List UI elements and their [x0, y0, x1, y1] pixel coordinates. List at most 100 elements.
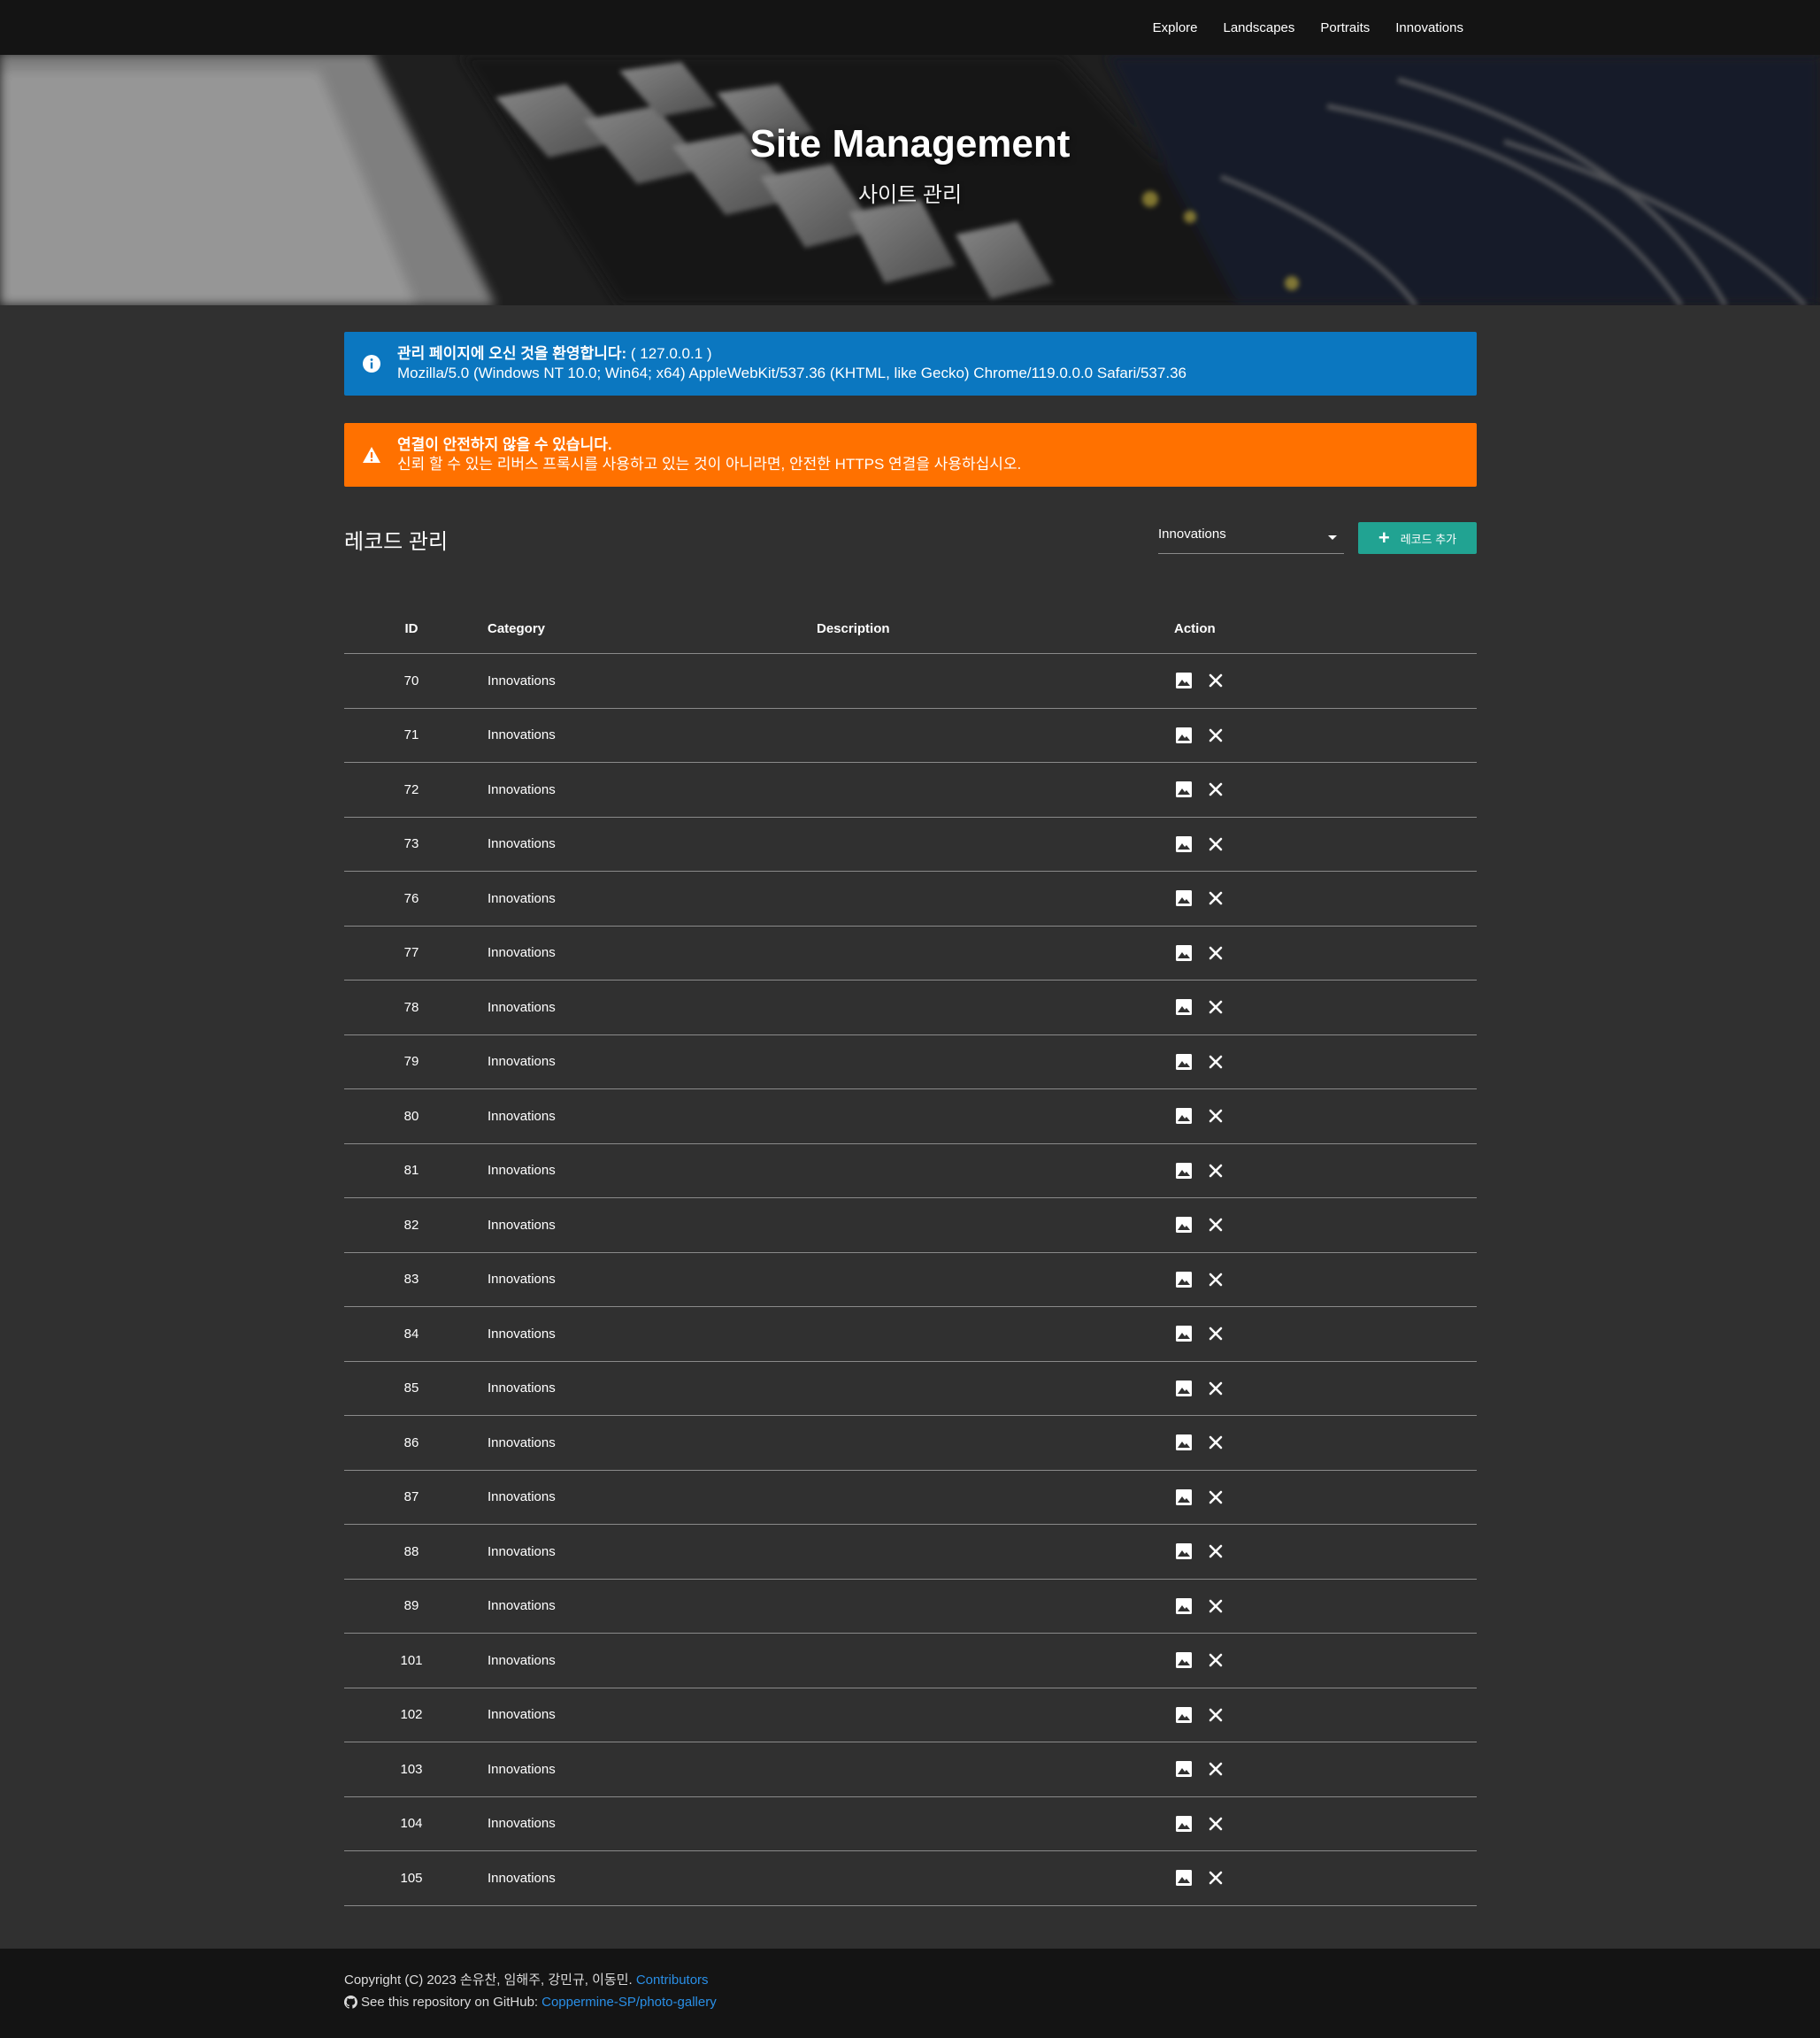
image-icon[interactable] [1174, 943, 1194, 963]
image-icon[interactable] [1174, 834, 1194, 854]
table-header-row: ID Category Description Action [344, 604, 1477, 654]
close-icon[interactable] [1206, 1052, 1225, 1072]
record-description [817, 708, 1174, 763]
image-icon[interactable] [1174, 1488, 1194, 1507]
repository-link[interactable]: Coppermine-SP/photo-gallery [541, 1995, 717, 2010]
record-id: 84 [344, 1306, 479, 1362]
record-description [817, 817, 1174, 872]
close-icon[interactable] [1206, 888, 1225, 908]
record-description [817, 1088, 1174, 1144]
record-description [817, 1306, 1174, 1362]
action-buttons [1174, 1215, 1477, 1234]
table-row: 105 Innovations [344, 1850, 1477, 1906]
image-icon[interactable] [1174, 888, 1194, 908]
record-id: 76 [344, 871, 479, 927]
action-buttons [1174, 780, 1477, 799]
image-icon[interactable] [1174, 1052, 1194, 1072]
close-icon[interactable] [1206, 780, 1225, 799]
image-icon[interactable] [1174, 1705, 1194, 1725]
table-row: 78 Innovations [344, 980, 1477, 1035]
image-icon[interactable] [1174, 1596, 1194, 1616]
close-icon[interactable] [1206, 726, 1225, 745]
record-category: Innovations [479, 1415, 817, 1471]
close-icon[interactable] [1206, 943, 1225, 963]
record-id: 85 [344, 1361, 479, 1416]
image-icon[interactable] [1174, 1433, 1194, 1452]
image-icon[interactable] [1174, 726, 1194, 745]
record-actions [1174, 1415, 1477, 1471]
table-row: 86 Innovations [344, 1415, 1477, 1471]
image-icon[interactable] [1174, 997, 1194, 1017]
close-icon[interactable] [1206, 1596, 1225, 1616]
image-icon[interactable] [1174, 1650, 1194, 1670]
record-actions [1174, 1796, 1477, 1851]
table-row: 76 Innovations [344, 871, 1477, 927]
add-record-button[interactable]: + 레코드 추가 [1358, 522, 1477, 554]
close-icon[interactable] [1206, 1705, 1225, 1725]
record-description [817, 1252, 1174, 1307]
image-icon[interactable] [1174, 1324, 1194, 1343]
insecure-alert-message: 신뢰 할 수 있는 리버스 프록시를 사용하고 있는 것이 아니라면, 안전한 … [397, 456, 1022, 473]
record-id: 88 [344, 1524, 479, 1580]
nav-landscapes[interactable]: Landscapes [1224, 20, 1295, 35]
close-icon[interactable] [1206, 1324, 1225, 1343]
image-icon[interactable] [1174, 1106, 1194, 1126]
records-table-body: 70 Innovations 71 Innovations 72 Innovations 7… [344, 653, 1477, 1906]
image-icon[interactable] [1174, 780, 1194, 799]
record-id: 102 [344, 1688, 479, 1742]
image-icon[interactable] [1174, 1215, 1194, 1234]
record-description [817, 1415, 1174, 1471]
record-actions [1174, 1088, 1477, 1144]
image-icon[interactable] [1174, 1379, 1194, 1398]
close-icon[interactable] [1206, 671, 1225, 690]
close-icon[interactable] [1206, 834, 1225, 854]
site-footer: Copyright (C) 2023 손유찬, 임해주, 강민규, 이동민. C… [0, 1949, 1820, 2038]
nav-portraits[interactable]: Portraits [1320, 20, 1370, 35]
action-buttons [1174, 1106, 1477, 1126]
close-icon[interactable] [1206, 1215, 1225, 1234]
table-row: 104 Innovations [344, 1796, 1477, 1851]
action-buttons [1174, 1868, 1477, 1888]
record-id: 70 [344, 653, 479, 709]
close-icon[interactable] [1206, 1161, 1225, 1181]
close-icon[interactable] [1206, 1106, 1225, 1126]
close-icon[interactable] [1206, 1488, 1225, 1507]
record-id: 86 [344, 1415, 479, 1471]
table-row: 87 Innovations [344, 1470, 1477, 1525]
close-icon[interactable] [1206, 997, 1225, 1017]
record-description [817, 1524, 1174, 1580]
record-category: Innovations [479, 1579, 817, 1634]
top-navigation: Explore Landscapes Portraits Innovations [0, 0, 1820, 55]
contributors-link[interactable]: Contributors [636, 1973, 709, 1988]
image-icon[interactable] [1174, 1270, 1194, 1289]
image-icon[interactable] [1174, 1161, 1194, 1181]
table-row: 82 Innovations [344, 1197, 1477, 1253]
nav-explore[interactable]: Explore [1153, 20, 1198, 35]
close-icon[interactable] [1206, 1868, 1225, 1888]
image-icon[interactable] [1174, 1542, 1194, 1561]
insecure-connection-alert: 연결이 안전하지 않을 수 있습니다. 신뢰 할 수 있는 리버스 프록시를 사… [344, 423, 1477, 487]
record-category: Innovations [479, 1850, 817, 1906]
record-category: Innovations [479, 1470, 817, 1525]
records-title: 레코드 관리 [344, 530, 449, 554]
record-id: 80 [344, 1088, 479, 1144]
close-icon[interactable] [1206, 1379, 1225, 1398]
close-icon[interactable] [1206, 1433, 1225, 1452]
record-id: 101 [344, 1633, 479, 1688]
footer-copyright-line: Copyright (C) 2023 손유찬, 임해주, 강민규, 이동민. C… [344, 1970, 709, 1988]
nav-innovations[interactable]: Innovations [1395, 20, 1463, 35]
image-icon[interactable] [1174, 1814, 1194, 1834]
action-buttons [1174, 1705, 1477, 1725]
record-description [817, 1688, 1174, 1742]
close-icon[interactable] [1206, 1814, 1225, 1834]
image-icon[interactable] [1174, 671, 1194, 690]
close-icon[interactable] [1206, 1542, 1225, 1561]
table-row: 70 Innovations [344, 653, 1477, 709]
category-select[interactable]: Innovations [1158, 520, 1344, 554]
close-icon[interactable] [1206, 1759, 1225, 1779]
image-icon[interactable] [1174, 1759, 1194, 1779]
close-icon[interactable] [1206, 1650, 1225, 1670]
close-icon[interactable] [1206, 1270, 1225, 1289]
image-icon[interactable] [1174, 1868, 1194, 1888]
record-id: 104 [344, 1796, 479, 1851]
